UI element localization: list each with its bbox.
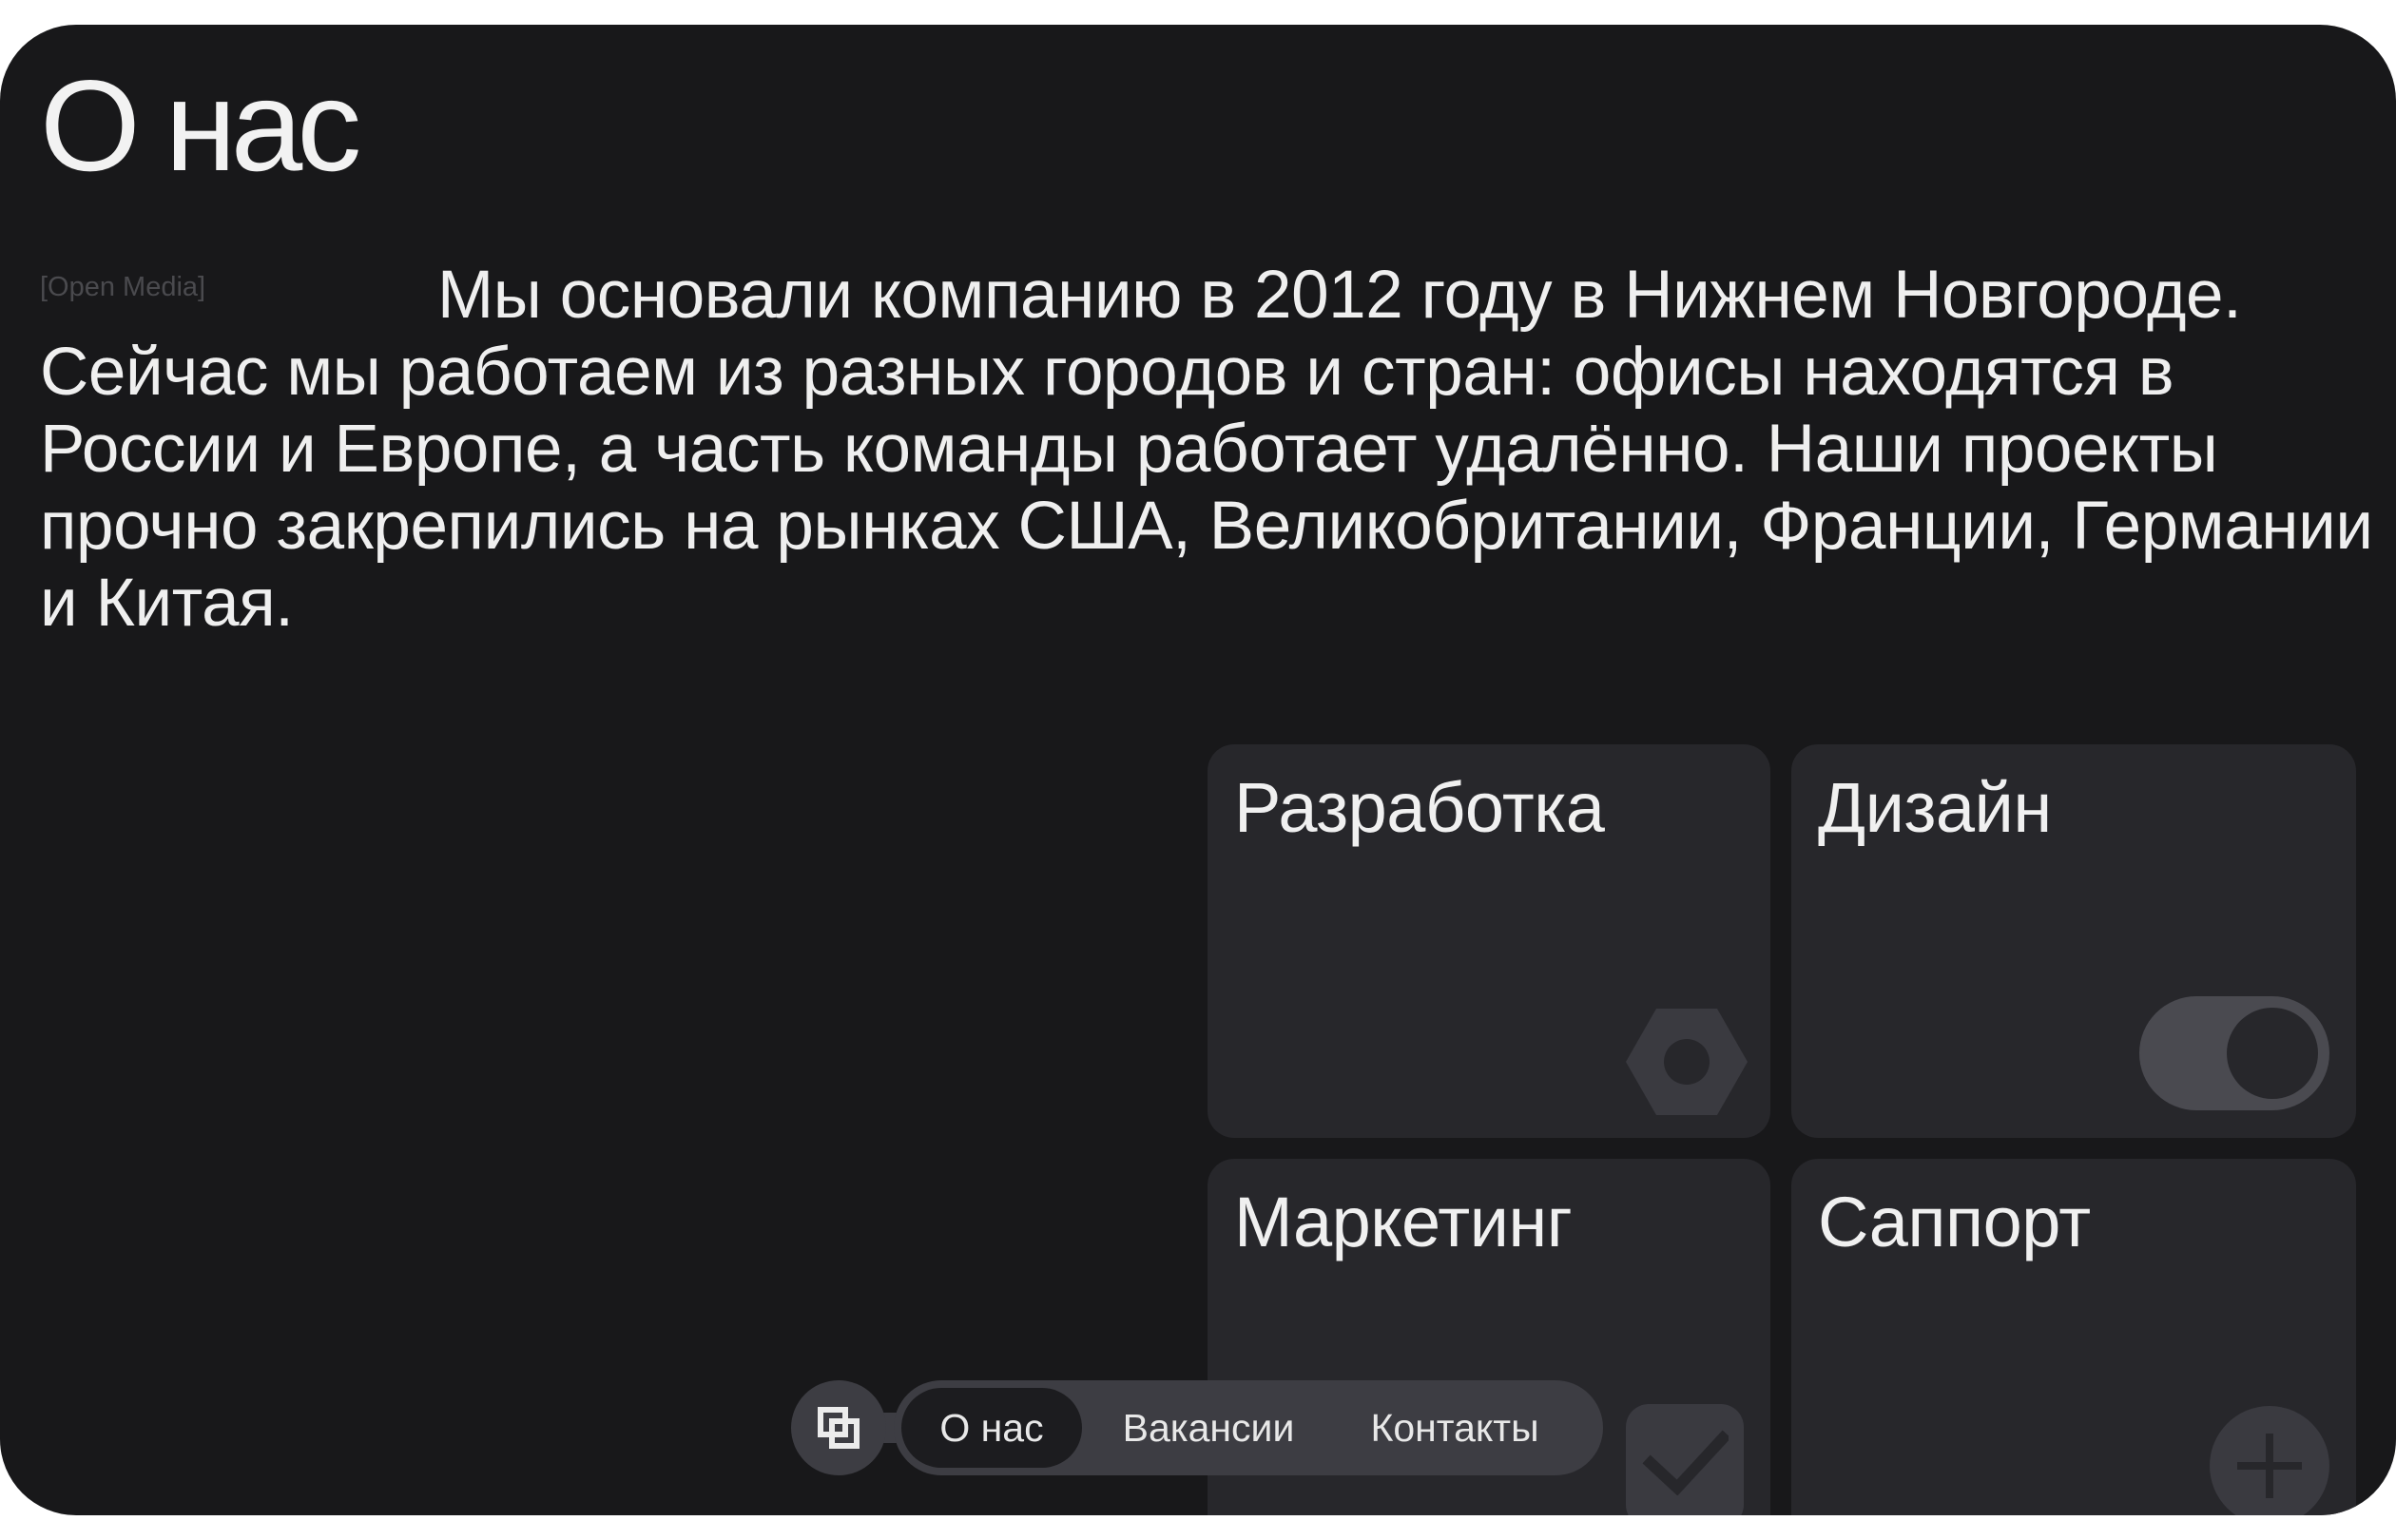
card-title: Разработка (1234, 768, 1605, 847)
nav-menu: О нас Вакансии Контакты (894, 1380, 1603, 1475)
square-logo-icon (818, 1407, 860, 1449)
hex-nut-icon (1626, 1009, 1748, 1115)
nav-item-contacts[interactable]: Контакты (1322, 1380, 1588, 1475)
plus-icon (2210, 1406, 2329, 1515)
card-development[interactable]: Разработка (1208, 744, 1770, 1138)
toggle-icon (2139, 996, 2329, 1110)
home-button[interactable] (791, 1380, 886, 1475)
toggle-knob (2227, 1008, 2318, 1099)
card-support[interactable]: Саппорт (1791, 1159, 2356, 1515)
card-title: Дизайн (1818, 768, 2052, 847)
card-title: Маркетинг (1234, 1183, 1573, 1261)
nav-item-vacancies[interactable]: Вакансии (1109, 1380, 1308, 1475)
about-page: О нас [Open Media] Мы основали компанию … (0, 25, 2396, 1515)
checkmark-icon (1626, 1404, 1744, 1515)
about-paragraph: Мы основали компанию в 2012 году в Нижне… (40, 258, 2373, 641)
card-design[interactable]: Дизайн (1791, 744, 2356, 1138)
nav-item-about[interactable]: О нас (901, 1388, 1082, 1468)
page-title: О нас (40, 53, 361, 198)
card-title: Саппорт (1818, 1183, 2091, 1261)
